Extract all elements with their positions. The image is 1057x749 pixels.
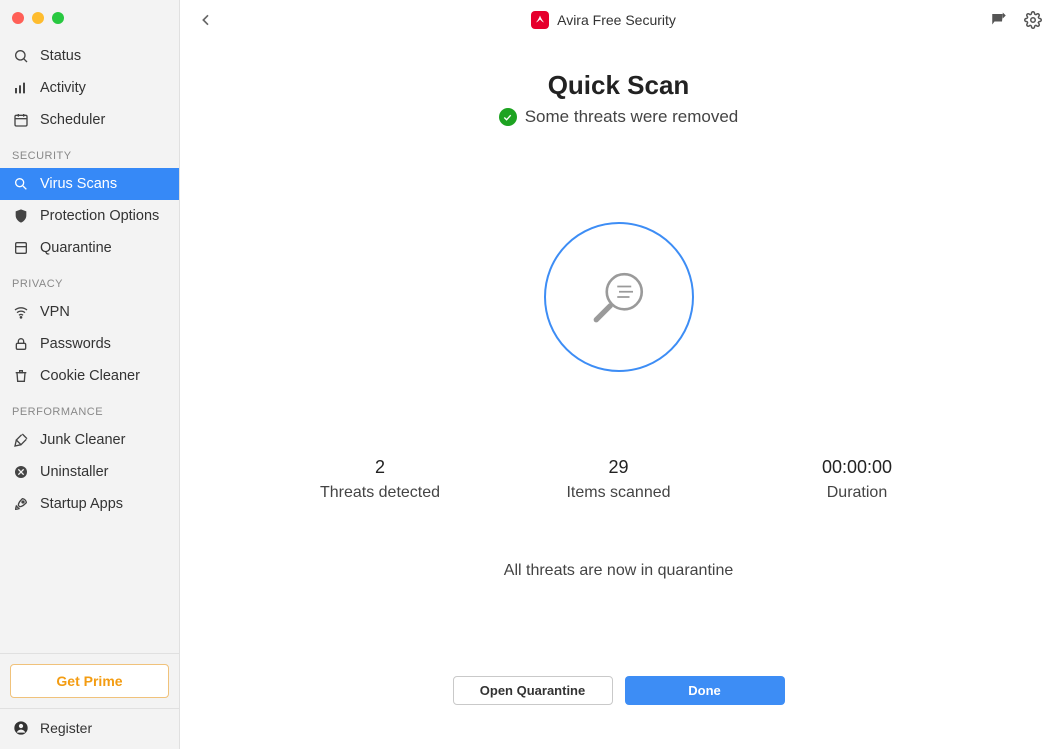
stat-label: Threats detected [320,484,440,502]
sidebar-item-label: Quarantine [40,240,112,256]
sidebar-item-label: Status [40,48,81,64]
stat-value: 29 [608,457,628,478]
stat-value: 00:00:00 [822,457,892,478]
sidebar-section-security-label: SECURITY [0,136,179,168]
stat-items-scanned: 29 Items scanned [539,457,699,502]
sidebar-item-quarantine[interactable]: Quarantine [0,232,179,264]
done-button[interactable]: Done [625,676,785,705]
broom-icon [12,431,30,449]
sidebar-item-label: Activity [40,80,86,96]
sidebar-nav: Status Activity Scheduler SECURITY Virus… [0,40,179,653]
stat-value: 2 [375,457,385,478]
user-icon [12,719,30,737]
sidebar: Status Activity Scheduler SECURITY Virus… [0,0,180,749]
scan-summary-text: All threats are now in quarantine [504,562,733,580]
sidebar-item-label: Scheduler [40,112,105,128]
feedback-button[interactable] [989,10,1009,30]
sidebar-item-uninstaller[interactable]: Uninstaller [0,456,179,488]
sidebar-item-label: Virus Scans [40,176,117,192]
brand-badge-icon [531,11,549,29]
topbar-actions [989,10,1043,30]
scan-result-content: Quick Scan Some threats were removed 2 [180,40,1057,749]
register-button[interactable]: Register [0,708,179,749]
register-label: Register [40,720,92,736]
sidebar-item-protection-options[interactable]: Protection Options [0,200,179,232]
stat-label: Items scanned [566,484,670,502]
sidebar-item-virus-scans[interactable]: Virus Scans [0,168,179,200]
sidebar-item-vpn[interactable]: VPN [0,296,179,328]
window-close-button[interactable] [12,12,24,24]
scan-stats-row: 2 Threats detected 29 Items scanned 00:0… [220,457,1017,502]
stat-label: Duration [827,484,887,502]
shield-icon [12,207,30,225]
scan-button-row: Open Quarantine Done [453,676,785,729]
topbar-title-wrap: Avira Free Security [226,11,981,29]
open-quarantine-button[interactable]: Open Quarantine [453,676,613,705]
wifi-icon [12,303,30,321]
sidebar-item-activity[interactable]: Activity [0,72,179,104]
sidebar-item-startup-apps[interactable]: Startup Apps [0,488,179,520]
sidebar-item-passwords[interactable]: Passwords [0,328,179,360]
scan-hero-circle [544,222,694,372]
window-minimize-button[interactable] [32,12,44,24]
status-icon [12,47,30,65]
sidebar-item-scheduler[interactable]: Scheduler [0,104,179,136]
page-title: Quick Scan [548,70,690,101]
sidebar-item-label: Startup Apps [40,496,123,512]
sidebar-item-label: VPN [40,304,70,320]
sidebar-section-performance-label: PERFORMANCE [0,392,179,424]
sidebar-section-privacy-label: PRIVACY [0,264,179,296]
check-icon [499,108,517,126]
sidebar-item-status[interactable]: Status [0,40,179,72]
activity-icon [12,79,30,97]
settings-button[interactable] [1023,10,1043,30]
scan-status-row: Some threats were removed [499,107,739,127]
magnifier-large-icon [584,262,654,332]
window-controls [0,0,179,40]
main-area: Avira Free Security Quick Scan Some thre… [180,0,1057,749]
sidebar-item-label: Cookie Cleaner [40,368,140,384]
uninstall-icon [12,463,30,481]
sidebar-item-cookie-cleaner[interactable]: Cookie Cleaner [0,360,179,392]
sidebar-bottom: Get Prime Register [0,653,179,749]
window-maximize-button[interactable] [52,12,64,24]
sidebar-item-label: Uninstaller [40,464,109,480]
trash-icon [12,367,30,385]
stat-threats-detected: 2 Threats detected [300,457,460,502]
topbar: Avira Free Security [180,0,1057,40]
magnifier-icon [12,175,30,193]
stat-duration: 00:00:00 Duration [777,457,937,502]
sidebar-item-label: Passwords [40,336,111,352]
sidebar-item-label: Protection Options [40,208,159,224]
get-prime-button[interactable]: Get Prime [10,664,169,698]
back-button[interactable] [194,8,218,32]
sidebar-item-label: Junk Cleaner [40,432,125,448]
lock-icon [12,335,30,353]
sidebar-item-junk-cleaner[interactable]: Junk Cleaner [0,424,179,456]
scan-status-text: Some threats were removed [525,107,739,127]
scheduler-icon [12,111,30,129]
quarantine-icon [12,239,30,257]
app-title: Avira Free Security [557,12,676,28]
rocket-icon [12,495,30,513]
